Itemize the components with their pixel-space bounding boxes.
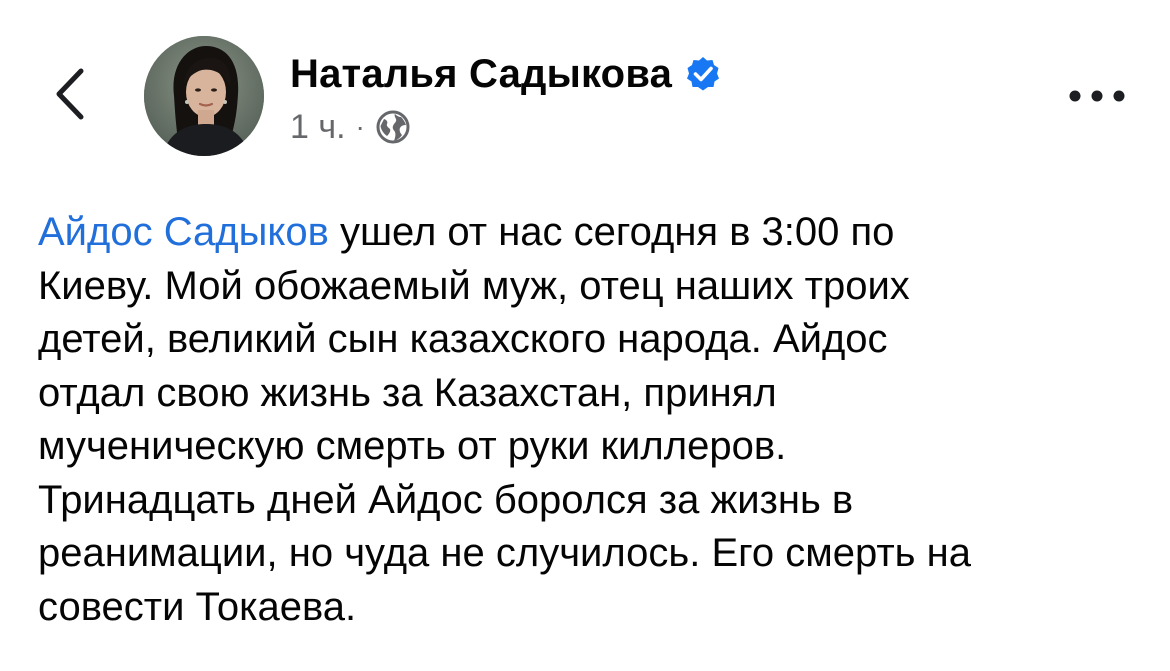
post-line-1-text: ушел от нас сегодня в 3:00 по	[328, 210, 895, 254]
more-options-button[interactable]	[1062, 76, 1132, 116]
post-line-8: совести Токаева.	[38, 584, 357, 629]
post-line-5: мученическую смерть от руки киллеров.	[38, 424, 787, 468]
post-line-2: Киеву. Мой обожаемый муж, отец наших тро…	[38, 263, 910, 308]
meta-separator: ·	[355, 111, 365, 142]
post-header: Наталья Садыкова 1 ч. ·	[0, 0, 1170, 180]
chevron-left-icon	[56, 68, 84, 120]
avatar[interactable]	[144, 36, 264, 156]
globe-icon[interactable]	[375, 109, 411, 145]
post-line-3: детей, великий сын казахского народа. Ай…	[38, 317, 888, 361]
author-name[interactable]: Наталья Садыкова	[290, 52, 672, 97]
post-text: Айдос Садыков ушел от нас сегодня в 3:00…	[38, 206, 1138, 634]
post-line-4: отдал свою жизнь за Казахстан, принял	[38, 370, 777, 415]
post-meta: 1 ч. ·	[290, 106, 411, 148]
verified-badge-icon	[687, 57, 720, 91]
post-line-1: Айдос Садыков ушел от нас сегодня в 3:00…	[38, 206, 1138, 260]
more-horizontal-icon	[1069, 90, 1125, 102]
post-line-6: Тринадцать дней Айдос боролся за жизнь в	[38, 477, 854, 522]
post-timestamp[interactable]: 1 ч.	[290, 108, 346, 147]
back-button[interactable]	[40, 62, 100, 126]
mention-link[interactable]: Айдос Садыков	[38, 210, 329, 254]
post-line-7: реанимации, но чуда не случилось. Его см…	[38, 531, 971, 575]
author-line: Наталья Садыкова	[290, 50, 722, 98]
profile-photo	[144, 36, 264, 156]
